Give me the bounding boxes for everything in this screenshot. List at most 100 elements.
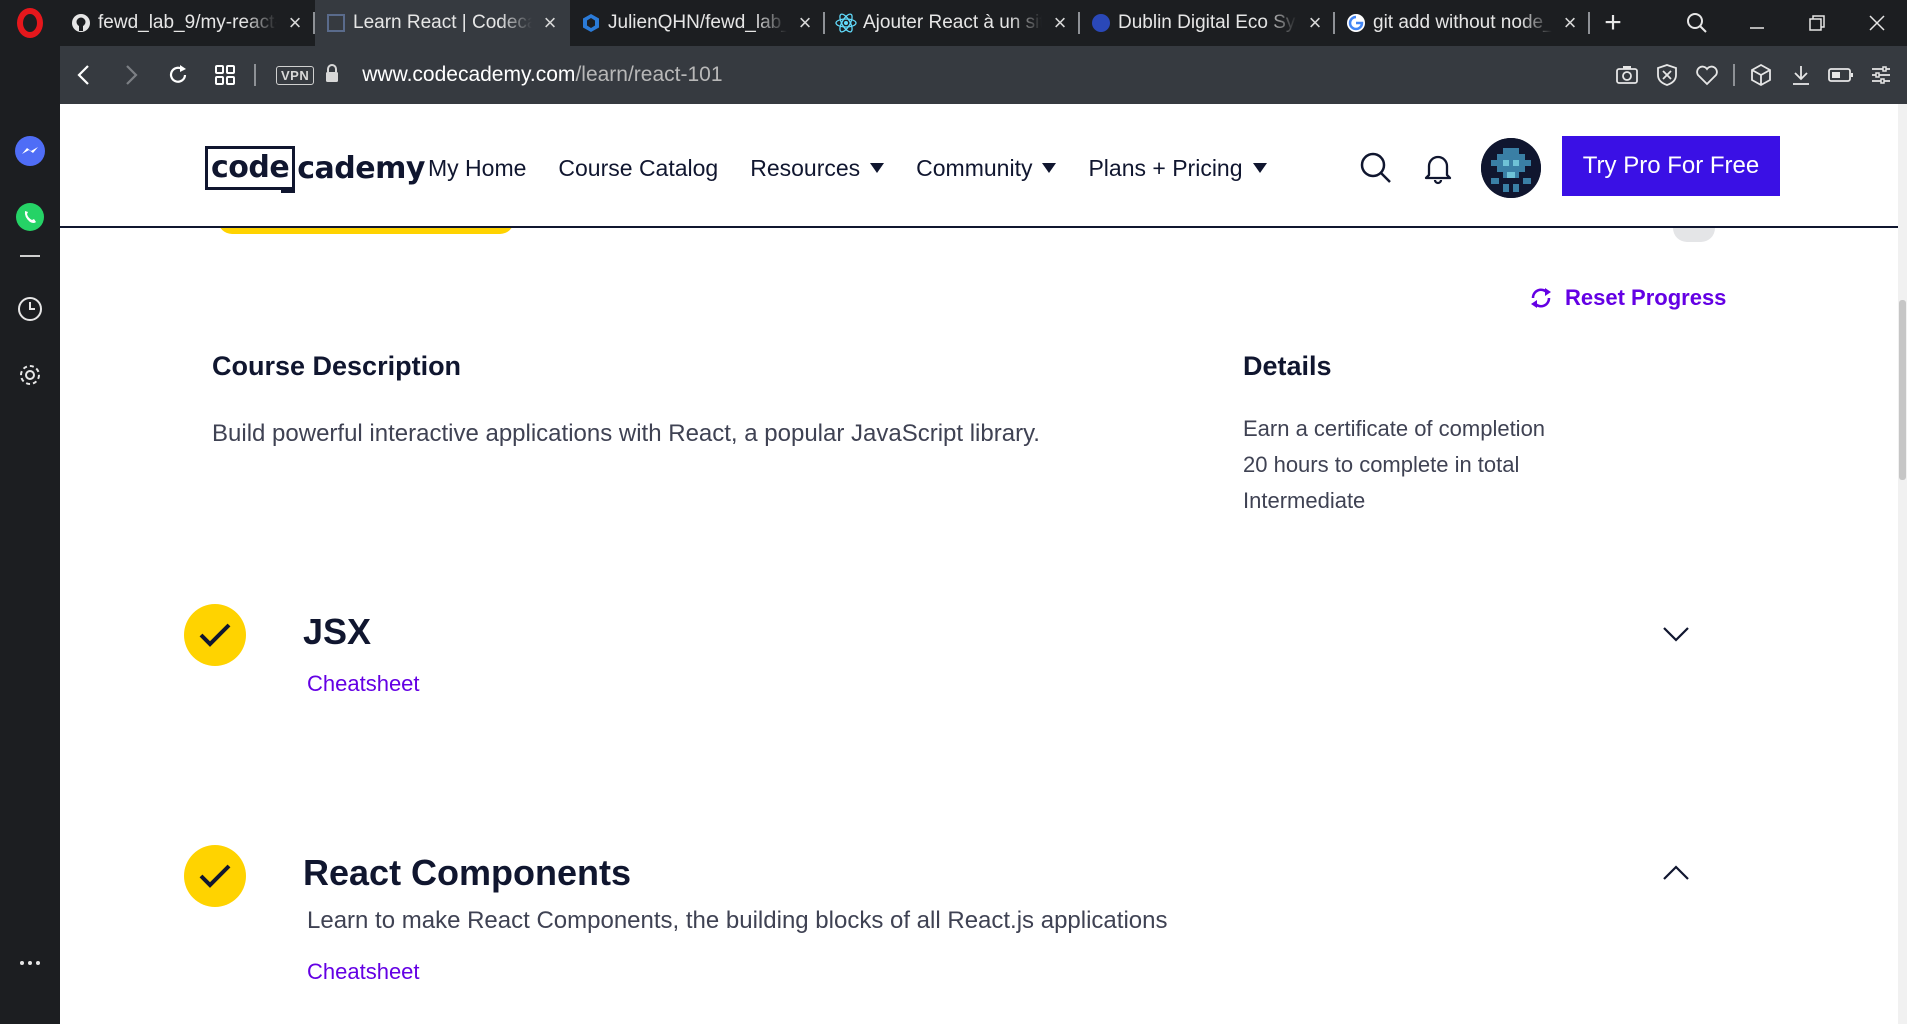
- user-avatar[interactable]: [1481, 138, 1541, 198]
- heart-bookmark-icon[interactable]: [1687, 46, 1727, 104]
- chevron-up-icon[interactable]: [1660, 857, 1692, 889]
- codecademy-logo[interactable]: code cademy: [205, 144, 425, 193]
- detail-item: Intermediate: [1243, 488, 1366, 513]
- close-tab-icon[interactable]: ×: [1050, 12, 1070, 34]
- cheatsheet-link[interactable]: Cheatsheet: [307, 671, 420, 697]
- codecademy-favicon-icon: [325, 12, 347, 34]
- nav-plans-pricing[interactable]: Plans + Pricing: [1088, 154, 1267, 182]
- tab-title: Ajouter React à un site: [863, 12, 1042, 33]
- tab-bar: fewd_lab_9/my-react-app × Learn React | …: [0, 0, 1907, 46]
- nav-label: Community: [916, 154, 1033, 181]
- header-actions: [1345, 134, 1541, 202]
- reset-progress-button[interactable]: Reset Progress: [1527, 284, 1726, 312]
- nav-community[interactable]: Community: [916, 154, 1057, 182]
- close-tab-icon[interactable]: ×: [1560, 12, 1580, 34]
- reload-icon[interactable]: [154, 46, 201, 104]
- tab-title: Learn React | Codecademy: [353, 12, 532, 33]
- module-title[interactable]: React Components: [303, 852, 631, 894]
- vpn-badge[interactable]: VPN: [276, 65, 315, 85]
- forward-icon[interactable]: [107, 46, 154, 104]
- react-icon: [835, 12, 857, 34]
- site-header: code cademy My Home Course Catalog Resour…: [60, 104, 1898, 228]
- nav-label: My Home: [428, 154, 527, 181]
- history-icon[interactable]: [13, 292, 47, 326]
- detail-item: Earn a certificate of completion: [1243, 416, 1546, 441]
- close-tab-icon[interactable]: ×: [540, 12, 560, 34]
- try-pro-button[interactable]: Try Pro For Free: [1562, 136, 1780, 196]
- battery-saver-icon[interactable]: [1821, 46, 1861, 104]
- completed-check-icon: [184, 845, 246, 907]
- easy-setup-icon[interactable]: [1861, 46, 1901, 104]
- course-description: Build powerful interactive applications …: [212, 420, 1040, 447]
- camera-icon[interactable]: [1607, 46, 1647, 104]
- tab-google[interactable]: git add without node_modules ×: [1335, 0, 1590, 46]
- notifications-bell-icon[interactable]: [1407, 134, 1469, 202]
- tab-title: JulienQHN/fewd_lab_9: [608, 12, 787, 33]
- address-bar: VPN www.codecademy.com/learn/react-101: [60, 46, 1907, 104]
- tab-search-icon[interactable]: [1667, 0, 1727, 46]
- module-title[interactable]: JSX: [303, 611, 371, 653]
- close-tab-icon[interactable]: ×: [285, 12, 305, 34]
- restore-icon[interactable]: [1787, 0, 1847, 46]
- chevron-down-icon[interactable]: [1660, 618, 1692, 650]
- page-scrollbar[interactable]: [1898, 104, 1907, 1024]
- card-edge: [1673, 228, 1715, 242]
- back-icon[interactable]: [60, 46, 107, 104]
- settings-gear-icon[interactable]: [13, 358, 47, 392]
- tab-dublin[interactable]: Dublin Digital Eco System ×: [1080, 0, 1335, 46]
- scrollbar-thumb[interactable]: [1899, 300, 1906, 480]
- close-window-icon[interactable]: [1847, 0, 1907, 46]
- browser-window: fewd_lab_9/my-react-app × Learn React | …: [0, 0, 1907, 1024]
- ad-blocker-icon[interactable]: [1647, 46, 1687, 104]
- search-icon[interactable]: [1345, 134, 1407, 202]
- globe-icon: [1090, 12, 1112, 34]
- download-icon[interactable]: [1781, 46, 1821, 104]
- hexagon-icon: [580, 12, 602, 34]
- close-tab-icon[interactable]: ×: [795, 12, 815, 34]
- lock-icon[interactable]: [324, 63, 340, 88]
- extensions-cube-icon[interactable]: [1741, 46, 1781, 104]
- minimize-icon[interactable]: [1727, 0, 1787, 46]
- messenger-icon[interactable]: [13, 134, 47, 168]
- tab-title: git add without node_modules: [1373, 12, 1552, 33]
- detail-item: 20 hours to complete in total: [1243, 452, 1520, 477]
- nav-label: Course Catalog: [558, 154, 719, 181]
- nav-label: Plans + Pricing: [1088, 154, 1243, 181]
- main-nav: My Home Course Catalog Resources Communi…: [428, 144, 1299, 192]
- window-controls: [1667, 0, 1907, 46]
- opera-menu-icon[interactable]: [0, 0, 60, 46]
- whatsapp-icon[interactable]: [13, 200, 47, 234]
- sidebar-divider: [13, 246, 47, 266]
- url-host: www.codecademy.com: [362, 63, 576, 86]
- caret-down-icon: [1252, 163, 1267, 173]
- close-tab-icon[interactable]: ×: [1305, 12, 1325, 34]
- reset-icon: [1527, 284, 1555, 312]
- nav-resources[interactable]: Resources: [750, 155, 885, 182]
- cheatsheet-link[interactable]: Cheatsheet: [307, 959, 420, 985]
- details-list: Earn a certificate of completion 20 hour…: [1243, 411, 1545, 519]
- tab-react-docs[interactable]: Ajouter React à un site ×: [825, 0, 1080, 46]
- more-options-icon[interactable]: [13, 946, 47, 980]
- tab-github[interactable]: fewd_lab_9/my-react-app ×: [60, 0, 315, 46]
- browser-sidebar: [0, 46, 60, 1024]
- nav-course-catalog[interactable]: Course Catalog: [558, 155, 718, 182]
- url-field[interactable]: www.codecademy.com/learn/react-101: [362, 63, 722, 87]
- tab-title: Dublin Digital Eco System: [1118, 12, 1297, 33]
- new-tab-icon[interactable]: +: [1590, 0, 1636, 46]
- course-description-heading: Course Description: [212, 351, 462, 381]
- google-icon: [1345, 12, 1367, 34]
- nav-my-home[interactable]: My Home: [428, 155, 526, 182]
- reset-label: Reset Progress: [1565, 285, 1727, 310]
- github-icon: [70, 12, 92, 34]
- url-path: /learn/react-101: [575, 63, 723, 86]
- caret-down-icon: [870, 163, 885, 173]
- tab-repo[interactable]: JulienQHN/fewd_lab_9 ×: [570, 0, 825, 46]
- module-description: Learn to make React Components, the buil…: [307, 907, 1168, 934]
- page-viewport: code cademy My Home Course Catalog Resour…: [60, 104, 1907, 1024]
- tab-codecademy[interactable]: Learn React | Codecademy ×: [315, 0, 570, 46]
- logo-cademy: cademy: [297, 150, 425, 186]
- completed-check-icon: [184, 604, 246, 666]
- speed-dial-icon[interactable]: [201, 46, 248, 104]
- logo-code: code: [205, 146, 296, 193]
- details-heading: Details: [1243, 351, 1332, 381]
